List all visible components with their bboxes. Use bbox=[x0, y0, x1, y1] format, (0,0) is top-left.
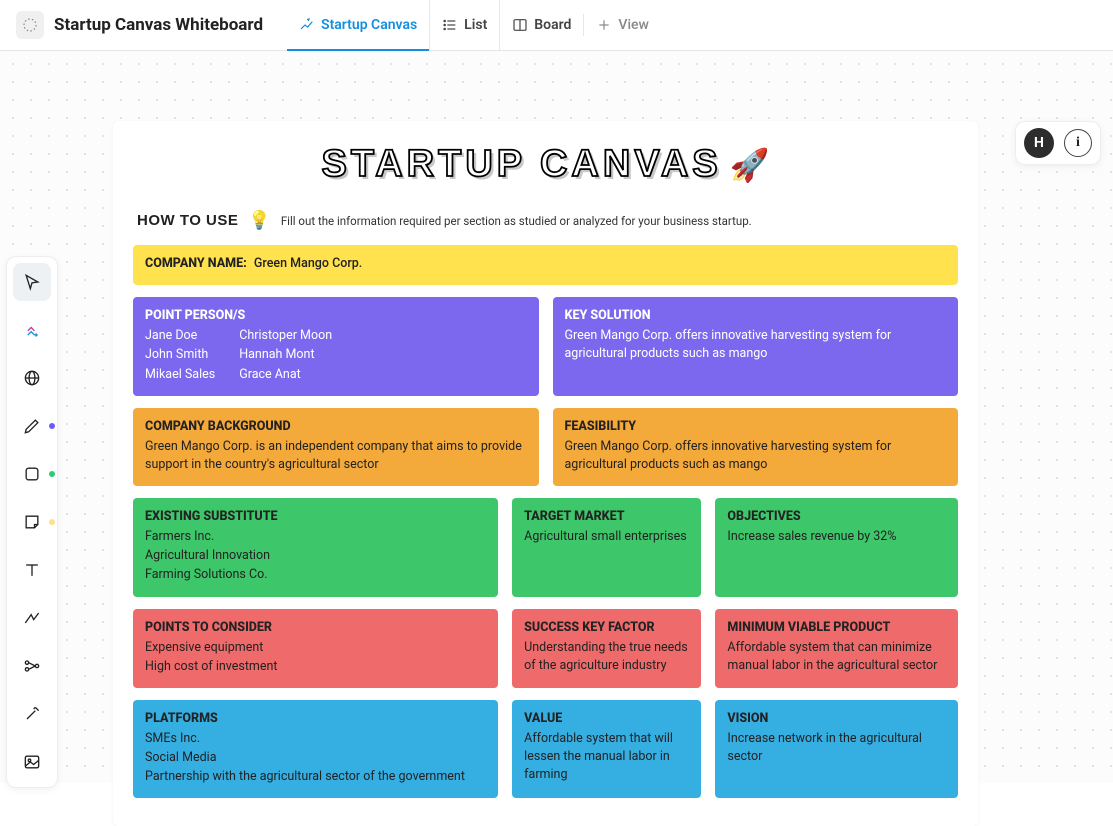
canvas-title-row: STARTUP CANVAS 🚀 bbox=[133, 143, 958, 186]
text-tool[interactable] bbox=[13, 551, 51, 589]
diagram-tool[interactable] bbox=[13, 647, 51, 685]
card-body: Increase network in the agricultural sec… bbox=[727, 730, 946, 766]
list-item: High cost of investment bbox=[145, 658, 486, 676]
card-heading: KEY SOLUTION bbox=[565, 307, 947, 325]
sticky-note-tool[interactable] bbox=[13, 503, 51, 541]
card-heading: SUCCESS KEY FACTOR bbox=[524, 619, 689, 637]
company-name-value: Green Mango Corp. bbox=[254, 256, 362, 271]
person: John Smith bbox=[145, 346, 215, 364]
card-company-background[interactable]: COMPANY BACKGROUND Green Mango Corp. is … bbox=[133, 408, 539, 486]
card-existing-substitute[interactable]: EXISTING SUBSTITUTE Farmers Inc. Agricul… bbox=[133, 498, 498, 597]
person: Jane Doe bbox=[145, 327, 215, 345]
image-tool[interactable] bbox=[13, 743, 51, 781]
list-item: Expensive equipment bbox=[145, 639, 486, 657]
canvas-title: STARTUP CANVAS bbox=[322, 143, 722, 186]
card-body: Affordable system that will lessen the m… bbox=[524, 730, 689, 784]
card-feasibility[interactable]: FEASIBILITY Green Mango Corp. offers inn… bbox=[553, 408, 959, 486]
card-body: Green Mango Corp. offers innovative harv… bbox=[565, 438, 947, 474]
card-value[interactable]: VALUE Affordable system that will lessen… bbox=[512, 700, 701, 799]
card-vision[interactable]: VISION Increase network in the agricultu… bbox=[715, 700, 958, 799]
tab-board[interactable]: Board bbox=[500, 0, 583, 50]
rocket-icon: 🚀 bbox=[730, 146, 770, 184]
canvas-document[interactable]: STARTUP CANVAS 🚀 HOW TO USE 💡 Fill out t… bbox=[113, 121, 978, 826]
whiteboard-stage[interactable]: H i bbox=[0, 51, 1113, 783]
card-heading: TARGET MARKET bbox=[524, 508, 689, 526]
card-heading: POINTS TO CONSIDER bbox=[145, 619, 486, 637]
card-mvp[interactable]: MINIMUM VIABLE PRODUCT Affordable system… bbox=[715, 609, 958, 688]
list-item: Agricultural Innovation bbox=[145, 547, 486, 565]
doc-type-icon bbox=[16, 11, 44, 39]
card-heading: FEASIBILITY bbox=[565, 418, 947, 436]
connector-tool[interactable] bbox=[13, 599, 51, 637]
avatar[interactable]: H bbox=[1024, 128, 1054, 158]
card-success-key-factor[interactable]: SUCCESS KEY FACTOR Understanding the tru… bbox=[512, 609, 701, 688]
presence-chip: H i bbox=[1015, 121, 1101, 165]
card-point-persons[interactable]: POINT PERSON/S Jane Doe John Smith Mikae… bbox=[133, 297, 539, 396]
ai-tool[interactable] bbox=[13, 311, 51, 349]
card-body: Green Mango Corp. offers innovative harv… bbox=[565, 327, 947, 363]
card-platforms[interactable]: PLATFORMS SMEs Inc. Social Media Partner… bbox=[133, 700, 498, 799]
magic-tool[interactable] bbox=[13, 695, 51, 733]
tab-label: Startup Canvas bbox=[321, 17, 417, 33]
list-item: Partnership with the agricultural sector… bbox=[145, 768, 486, 786]
tab-add-view[interactable]: View bbox=[584, 0, 661, 50]
card-body: Agricultural small enterprises bbox=[524, 528, 689, 546]
card-heading: EXISTING SUBSTITUTE bbox=[145, 508, 486, 526]
card-body: Affordable system that can minimize manu… bbox=[727, 639, 946, 675]
pointer-tool[interactable] bbox=[13, 263, 51, 301]
lightbulb-icon: 💡 bbox=[248, 210, 270, 231]
person: Grace Anat bbox=[239, 366, 332, 384]
tool-palette bbox=[6, 256, 58, 788]
card-heading: VISION bbox=[727, 710, 946, 728]
person: Christoper Moon bbox=[239, 327, 332, 345]
tab-startup-canvas[interactable]: Startup Canvas bbox=[287, 0, 430, 50]
tab-label: List bbox=[464, 17, 487, 33]
howto-text: Fill out the information required per se… bbox=[281, 214, 752, 228]
list-item: Social Media bbox=[145, 749, 486, 767]
card-objectives[interactable]: OBJECTIVES Increase sales revenue by 32% bbox=[715, 498, 958, 597]
card-heading: POINT PERSON/S bbox=[145, 307, 527, 325]
card-heading: MINIMUM VIABLE PRODUCT bbox=[727, 619, 946, 637]
shape-tool[interactable] bbox=[13, 455, 51, 493]
card-body: Green Mango Corp. is an independent comp… bbox=[145, 438, 527, 474]
topbar: Startup Canvas Whiteboard Startup Canvas… bbox=[0, 0, 1113, 51]
view-tabs: Startup Canvas List Board View bbox=[287, 0, 661, 50]
person: Hannah Mont bbox=[239, 346, 332, 364]
tab-label: Board bbox=[534, 17, 571, 33]
pen-color-dot bbox=[49, 423, 55, 429]
card-heading: PLATFORMS bbox=[145, 710, 486, 728]
card-heading: VALUE bbox=[524, 710, 689, 728]
card-points-to-consider[interactable]: POINTS TO CONSIDER Expensive equipment H… bbox=[133, 609, 498, 688]
card-heading: COMPANY NAME: bbox=[145, 256, 247, 271]
pen-tool[interactable] bbox=[13, 407, 51, 445]
card-target-market[interactable]: TARGET MARKET Agricultural small enterpr… bbox=[512, 498, 701, 597]
person: Mikael Sales bbox=[145, 366, 215, 384]
card-body: Understanding the true needs of the agri… bbox=[524, 639, 689, 675]
people-columns: Jane Doe John Smith Mikael Sales Christo… bbox=[145, 327, 527, 383]
card-key-solution[interactable]: KEY SOLUTION Green Mango Corp. offers in… bbox=[553, 297, 959, 396]
howto-label: HOW TO USE bbox=[137, 212, 238, 229]
card-company-name[interactable]: COMPANY NAME: Green Mango Corp. bbox=[133, 245, 958, 285]
tab-label: View bbox=[618, 17, 649, 33]
shape-color-dot bbox=[49, 471, 55, 477]
info-icon[interactable]: i bbox=[1064, 129, 1092, 157]
sticky-color-dot bbox=[49, 519, 55, 525]
card-heading: OBJECTIVES bbox=[727, 508, 946, 526]
list-item: SMEs Inc. bbox=[145, 730, 486, 748]
list-item: Farmers Inc. bbox=[145, 528, 486, 546]
howto-row: HOW TO USE 💡 Fill out the information re… bbox=[133, 210, 958, 231]
card-heading: COMPANY BACKGROUND bbox=[145, 418, 527, 436]
tab-list[interactable]: List bbox=[430, 0, 500, 50]
doc-title[interactable]: Startup Canvas Whiteboard bbox=[54, 15, 263, 35]
web-tool[interactable] bbox=[13, 359, 51, 397]
list-item: Farming Solutions Co. bbox=[145, 566, 486, 584]
card-body: Increase sales revenue by 32% bbox=[727, 528, 946, 546]
